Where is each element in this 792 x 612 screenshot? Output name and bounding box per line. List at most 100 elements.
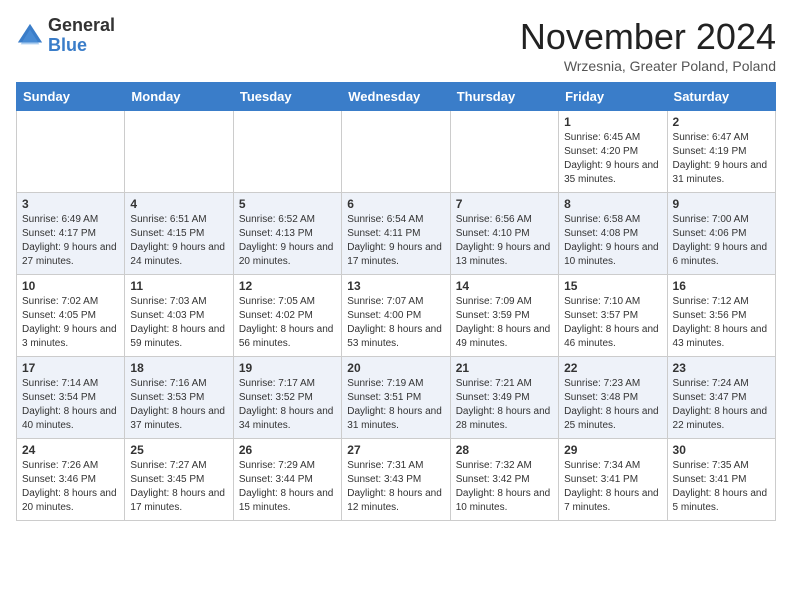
day-number: 27: [347, 443, 444, 457]
calendar-cell: 15 Sunrise: 7:10 AM Sunset: 3:57 PM Dayli…: [559, 275, 667, 357]
calendar-cell: 6 Sunrise: 6:54 AM Sunset: 4:11 PM Daylig…: [342, 193, 450, 275]
calendar-cell: 8 Sunrise: 6:58 AM Sunset: 4:08 PM Daylig…: [559, 193, 667, 275]
calendar-cell: 20 Sunrise: 7:19 AM Sunset: 3:51 PM Dayli…: [342, 357, 450, 439]
calendar-cell: 29Sunrise: 7:34 AM Sunset: 3:41 PM Dayli…: [559, 439, 667, 521]
day-info: Sunrise: 6:58 AM Sunset: 4:08 PM Dayligh…: [564, 213, 661, 269]
day-number: 17: [22, 361, 119, 375]
day-number: 23: [673, 361, 770, 375]
day-number: 13: [347, 279, 444, 293]
calendar-cell: 2 Sunrise: 6:47 AM Sunset: 4:19 PM Daylig…: [667, 111, 775, 193]
day-info: Sunrise: 7:35 AM Sunset: 3:41 PM Dayligh…: [673, 459, 770, 515]
day-info: Sunrise: 7:27 AM Sunset: 3:45 PM Dayligh…: [130, 459, 227, 515]
calendar-cell: 18 Sunrise: 7:16 AM Sunset: 3:53 PM Dayli…: [125, 357, 233, 439]
day-number: 28: [456, 443, 553, 457]
day-info: Sunrise: 7:29 AM Sunset: 3:44 PM Dayligh…: [239, 459, 336, 515]
calendar-week-row: 1 Sunrise: 6:45 AM Sunset: 4:20 PM Daylig…: [17, 111, 776, 193]
day-info: Sunrise: 7:02 AM Sunset: 4:05 PM Dayligh…: [22, 295, 119, 351]
calendar-cell: 26 Sunrise: 7:29 AM Sunset: 3:44 PM Dayli…: [233, 439, 341, 521]
calendar-cell: 13Sunrise: 7:07 AM Sunset: 4:00 PM Dayli…: [342, 275, 450, 357]
calendar-week-row: 3 Sunrise: 6:49 AM Sunset: 4:17 PM Daylig…: [17, 193, 776, 275]
column-header-sunday: Sunday: [17, 83, 125, 111]
day-number: 26: [239, 443, 336, 457]
day-number: 14: [456, 279, 553, 293]
day-number: 24: [22, 443, 119, 457]
day-number: 9: [673, 197, 770, 211]
logo-icon: [16, 22, 44, 50]
day-number: 30: [673, 443, 770, 457]
calendar-week-row: 10Sunrise: 7:02 AM Sunset: 4:05 PM Dayli…: [17, 275, 776, 357]
day-number: 7: [456, 197, 553, 211]
day-info: Sunrise: 6:52 AM Sunset: 4:13 PM Dayligh…: [239, 213, 336, 269]
calendar-cell: 4Sunrise: 6:51 AM Sunset: 4:15 PM Daylig…: [125, 193, 233, 275]
day-number: 5: [239, 197, 336, 211]
calendar-cell: 10Sunrise: 7:02 AM Sunset: 4:05 PM Dayli…: [17, 275, 125, 357]
day-info: Sunrise: 7:19 AM Sunset: 3:51 PM Dayligh…: [347, 377, 444, 433]
day-info: Sunrise: 7:09 AM Sunset: 3:59 PM Dayligh…: [456, 295, 553, 351]
logo-general-text: General: [48, 16, 115, 36]
calendar-cell: 5 Sunrise: 6:52 AM Sunset: 4:13 PM Daylig…: [233, 193, 341, 275]
day-number: 6: [347, 197, 444, 211]
calendar-cell: 3 Sunrise: 6:49 AM Sunset: 4:17 PM Daylig…: [17, 193, 125, 275]
day-number: 21: [456, 361, 553, 375]
column-header-tuesday: Tuesday: [233, 83, 341, 111]
day-info: Sunrise: 7:34 AM Sunset: 3:41 PM Dayligh…: [564, 459, 661, 515]
day-info: Sunrise: 7:23 AM Sunset: 3:48 PM Dayligh…: [564, 377, 661, 433]
day-number: 18: [130, 361, 227, 375]
day-number: 8: [564, 197, 661, 211]
day-info: Sunrise: 7:16 AM Sunset: 3:53 PM Dayligh…: [130, 377, 227, 433]
calendar-header-row: SundayMondayTuesdayWednesdayThursdayFrid…: [17, 83, 776, 111]
day-info: Sunrise: 6:51 AM Sunset: 4:15 PM Dayligh…: [130, 213, 227, 269]
calendar-cell: 9Sunrise: 7:00 AM Sunset: 4:06 PM Daylig…: [667, 193, 775, 275]
day-number: 12: [239, 279, 336, 293]
column-header-thursday: Thursday: [450, 83, 558, 111]
logo-blue-text: Blue: [48, 36, 115, 56]
calendar-week-row: 24 Sunrise: 7:26 AM Sunset: 3:46 PM Dayli…: [17, 439, 776, 521]
calendar-cell: [17, 111, 125, 193]
calendar-cell: 21Sunrise: 7:21 AM Sunset: 3:49 PM Dayli…: [450, 357, 558, 439]
calendar-cell: 17 Sunrise: 7:14 AM Sunset: 3:54 PM Dayli…: [17, 357, 125, 439]
page-header: General Blue November 2024 Wrzesnia, Gre…: [16, 16, 776, 74]
calendar-cell: [342, 111, 450, 193]
calendar-cell: 22Sunrise: 7:23 AM Sunset: 3:48 PM Dayli…: [559, 357, 667, 439]
day-number: 3: [22, 197, 119, 211]
column-header-wednesday: Wednesday: [342, 83, 450, 111]
day-info: Sunrise: 7:24 AM Sunset: 3:47 PM Dayligh…: [673, 377, 770, 433]
day-info: Sunrise: 6:45 AM Sunset: 4:20 PM Dayligh…: [564, 131, 661, 187]
calendar-table: SundayMondayTuesdayWednesdayThursdayFrid…: [16, 82, 776, 521]
day-number: 20: [347, 361, 444, 375]
day-number: 16: [673, 279, 770, 293]
day-info: Sunrise: 7:14 AM Sunset: 3:54 PM Dayligh…: [22, 377, 119, 433]
day-info: Sunrise: 6:56 AM Sunset: 4:10 PM Dayligh…: [456, 213, 553, 269]
calendar-cell: [125, 111, 233, 193]
calendar-cell: 12 Sunrise: 7:05 AM Sunset: 4:02 PM Dayli…: [233, 275, 341, 357]
calendar-cell: 24 Sunrise: 7:26 AM Sunset: 3:46 PM Dayli…: [17, 439, 125, 521]
calendar-cell: [450, 111, 558, 193]
day-number: 19: [239, 361, 336, 375]
day-info: Sunrise: 6:54 AM Sunset: 4:11 PM Dayligh…: [347, 213, 444, 269]
day-info: Sunrise: 7:31 AM Sunset: 3:43 PM Dayligh…: [347, 459, 444, 515]
day-info: Sunrise: 7:26 AM Sunset: 3:46 PM Dayligh…: [22, 459, 119, 515]
month-title: November 2024: [520, 16, 776, 58]
calendar-cell: [233, 111, 341, 193]
day-info: Sunrise: 6:49 AM Sunset: 4:17 PM Dayligh…: [22, 213, 119, 269]
day-info: Sunrise: 7:10 AM Sunset: 3:57 PM Dayligh…: [564, 295, 661, 351]
logo: General Blue: [16, 16, 115, 56]
day-number: 15: [564, 279, 661, 293]
day-number: 2: [673, 115, 770, 129]
day-info: Sunrise: 6:47 AM Sunset: 4:19 PM Dayligh…: [673, 131, 770, 187]
day-info: Sunrise: 7:32 AM Sunset: 3:42 PM Dayligh…: [456, 459, 553, 515]
day-number: 1: [564, 115, 661, 129]
calendar-cell: 16 Sunrise: 7:12 AM Sunset: 3:56 PM Dayli…: [667, 275, 775, 357]
day-info: Sunrise: 7:05 AM Sunset: 4:02 PM Dayligh…: [239, 295, 336, 351]
title-block: November 2024 Wrzesnia, Greater Poland, …: [520, 16, 776, 74]
calendar-cell: 23 Sunrise: 7:24 AM Sunset: 3:47 PM Dayli…: [667, 357, 775, 439]
calendar-cell: 11 Sunrise: 7:03 AM Sunset: 4:03 PM Dayli…: [125, 275, 233, 357]
day-number: 25: [130, 443, 227, 457]
day-number: 11: [130, 279, 227, 293]
calendar-cell: 7 Sunrise: 6:56 AM Sunset: 4:10 PM Daylig…: [450, 193, 558, 275]
day-info: Sunrise: 7:12 AM Sunset: 3:56 PM Dayligh…: [673, 295, 770, 351]
day-info: Sunrise: 7:03 AM Sunset: 4:03 PM Dayligh…: [130, 295, 227, 351]
day-info: Sunrise: 7:17 AM Sunset: 3:52 PM Dayligh…: [239, 377, 336, 433]
calendar-cell: 30 Sunrise: 7:35 AM Sunset: 3:41 PM Dayli…: [667, 439, 775, 521]
column-header-saturday: Saturday: [667, 83, 775, 111]
